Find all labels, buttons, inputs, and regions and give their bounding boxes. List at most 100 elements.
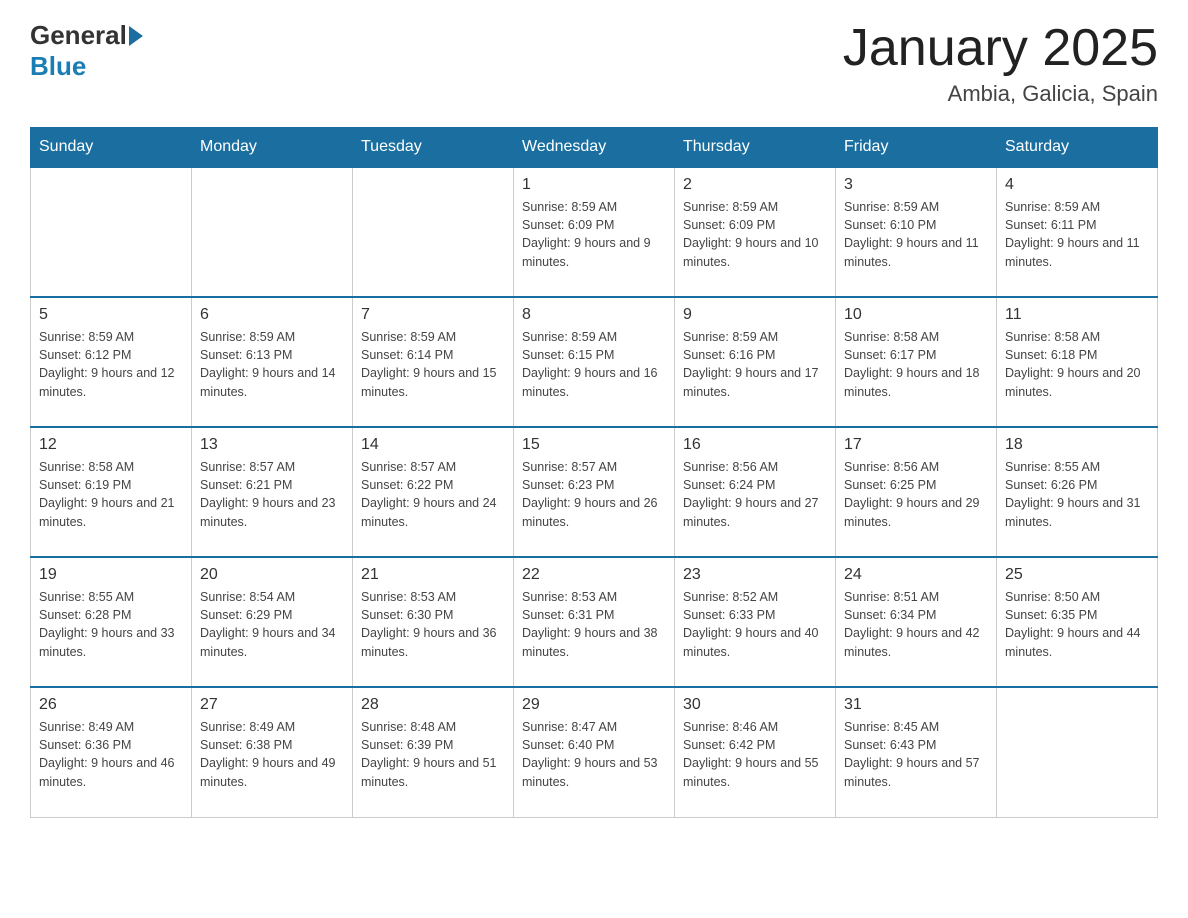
day-info: Sunrise: 8:45 AM Sunset: 6:43 PM Dayligh… — [844, 718, 988, 791]
day-info: Sunrise: 8:49 AM Sunset: 6:38 PM Dayligh… — [200, 718, 344, 791]
day-info: Sunrise: 8:59 AM Sunset: 6:13 PM Dayligh… — [200, 328, 344, 401]
calendar-cell: 27 Sunrise: 8:49 AM Sunset: 6:38 PM Dayli… — [192, 687, 353, 817]
calendar-cell — [31, 167, 192, 297]
day-number: 11 — [1005, 306, 1149, 324]
page-header: General Blue January 2025 Ambia, Galicia… — [30, 20, 1158, 107]
day-info: Sunrise: 8:55 AM Sunset: 6:28 PM Dayligh… — [39, 588, 183, 661]
calendar-week-row: 26 Sunrise: 8:49 AM Sunset: 6:36 PM Dayli… — [31, 687, 1158, 817]
calendar-header-friday: Friday — [836, 128, 997, 168]
calendar-header-sunday: Sunday — [31, 128, 192, 168]
logo-general-text: General — [30, 20, 127, 51]
day-info: Sunrise: 8:47 AM Sunset: 6:40 PM Dayligh… — [522, 718, 666, 791]
calendar-week-row: 19 Sunrise: 8:55 AM Sunset: 6:28 PM Dayli… — [31, 557, 1158, 687]
calendar-header-saturday: Saturday — [997, 128, 1158, 168]
calendar-cell: 21Sunrise: 8:53 AM Sunset: 6:30 PM Dayli… — [353, 557, 514, 687]
day-number: 29 — [522, 696, 666, 714]
day-number: 28 — [361, 696, 505, 714]
calendar-cell: 30 Sunrise: 8:46 AM Sunset: 6:42 PM Dayli… — [675, 687, 836, 817]
day-info: Sunrise: 8:46 AM Sunset: 6:42 PM Dayligh… — [683, 718, 827, 791]
day-number: 15 — [522, 436, 666, 454]
calendar-cell: 3 Sunrise: 8:59 AM Sunset: 6:10 PM Daylig… — [836, 167, 997, 297]
calendar-table: SundayMondayTuesdayWednesdayThursdayFrid… — [30, 127, 1158, 818]
calendar-cell: 17 Sunrise: 8:56 AM Sunset: 6:25 PM Dayli… — [836, 427, 997, 557]
calendar-cell: 16Sunrise: 8:56 AM Sunset: 6:24 PM Dayli… — [675, 427, 836, 557]
day-info: Sunrise: 8:59 AM Sunset: 6:16 PM Dayligh… — [683, 328, 827, 401]
day-info: Sunrise: 8:59 AM Sunset: 6:10 PM Dayligh… — [844, 198, 988, 271]
day-info: Sunrise: 8:55 AM Sunset: 6:26 PM Dayligh… — [1005, 458, 1149, 531]
day-number: 2 — [683, 176, 827, 194]
calendar-week-row: 1Sunrise: 8:59 AM Sunset: 6:09 PM Daylig… — [31, 167, 1158, 297]
day-number: 7 — [361, 306, 505, 324]
day-number: 25 — [1005, 566, 1149, 584]
day-number: 9 — [683, 306, 827, 324]
day-info: Sunrise: 8:50 AM Sunset: 6:35 PM Dayligh… — [1005, 588, 1149, 661]
calendar-cell: 12 Sunrise: 8:58 AM Sunset: 6:19 PM Dayli… — [31, 427, 192, 557]
day-info: Sunrise: 8:59 AM Sunset: 6:11 PM Dayligh… — [1005, 198, 1149, 271]
calendar-cell — [997, 687, 1158, 817]
day-number: 19 — [39, 566, 183, 584]
calendar-cell: 19 Sunrise: 8:55 AM Sunset: 6:28 PM Dayli… — [31, 557, 192, 687]
day-number: 14 — [361, 436, 505, 454]
calendar-header-tuesday: Tuesday — [353, 128, 514, 168]
day-number: 31 — [844, 696, 988, 714]
day-info: Sunrise: 8:56 AM Sunset: 6:25 PM Dayligh… — [844, 458, 988, 531]
logo-arrow-icon — [129, 26, 143, 46]
calendar-cell: 28Sunrise: 8:48 AM Sunset: 6:39 PM Dayli… — [353, 687, 514, 817]
calendar-cell: 26 Sunrise: 8:49 AM Sunset: 6:36 PM Dayli… — [31, 687, 192, 817]
day-number: 24 — [844, 566, 988, 584]
day-number: 26 — [39, 696, 183, 714]
day-info: Sunrise: 8:58 AM Sunset: 6:19 PM Dayligh… — [39, 458, 183, 531]
day-info: Sunrise: 8:53 AM Sunset: 6:31 PM Dayligh… — [522, 588, 666, 661]
day-number: 17 — [844, 436, 988, 454]
calendar-header-monday: Monday — [192, 128, 353, 168]
day-number: 4 — [1005, 176, 1149, 194]
day-info: Sunrise: 8:51 AM Sunset: 6:34 PM Dayligh… — [844, 588, 988, 661]
day-info: Sunrise: 8:57 AM Sunset: 6:23 PM Dayligh… — [522, 458, 666, 531]
day-number: 27 — [200, 696, 344, 714]
calendar-cell: 10 Sunrise: 8:58 AM Sunset: 6:17 PM Dayli… — [836, 297, 997, 427]
day-number: 6 — [200, 306, 344, 324]
day-info: Sunrise: 8:58 AM Sunset: 6:17 PM Dayligh… — [844, 328, 988, 401]
day-number: 21 — [361, 566, 505, 584]
calendar-cell: 5Sunrise: 8:59 AM Sunset: 6:12 PM Daylig… — [31, 297, 192, 427]
calendar-cell: 20Sunrise: 8:54 AM Sunset: 6:29 PM Dayli… — [192, 557, 353, 687]
day-number: 20 — [200, 566, 344, 584]
calendar-cell: 31 Sunrise: 8:45 AM Sunset: 6:43 PM Dayli… — [836, 687, 997, 817]
day-number: 13 — [200, 436, 344, 454]
calendar-week-row: 5Sunrise: 8:59 AM Sunset: 6:12 PM Daylig… — [31, 297, 1158, 427]
logo-blue-text: Blue — [30, 51, 86, 82]
calendar-cell: 14Sunrise: 8:57 AM Sunset: 6:22 PM Dayli… — [353, 427, 514, 557]
calendar-cell: 13Sunrise: 8:57 AM Sunset: 6:21 PM Dayli… — [192, 427, 353, 557]
day-number: 22 — [522, 566, 666, 584]
calendar-week-row: 12 Sunrise: 8:58 AM Sunset: 6:19 PM Dayli… — [31, 427, 1158, 557]
calendar-cell: 25 Sunrise: 8:50 AM Sunset: 6:35 PM Dayli… — [997, 557, 1158, 687]
day-number: 5 — [39, 306, 183, 324]
calendar-cell: 6 Sunrise: 8:59 AM Sunset: 6:13 PM Daylig… — [192, 297, 353, 427]
calendar-cell: 29 Sunrise: 8:47 AM Sunset: 6:40 PM Dayli… — [514, 687, 675, 817]
day-number: 30 — [683, 696, 827, 714]
day-info: Sunrise: 8:58 AM Sunset: 6:18 PM Dayligh… — [1005, 328, 1149, 401]
calendar-cell: 9 Sunrise: 8:59 AM Sunset: 6:16 PM Daylig… — [675, 297, 836, 427]
title-section: January 2025 Ambia, Galicia, Spain — [843, 20, 1158, 107]
day-number: 12 — [39, 436, 183, 454]
day-number: 10 — [844, 306, 988, 324]
calendar-cell: 11 Sunrise: 8:58 AM Sunset: 6:18 PM Dayli… — [997, 297, 1158, 427]
calendar-cell: 1Sunrise: 8:59 AM Sunset: 6:09 PM Daylig… — [514, 167, 675, 297]
calendar-header-thursday: Thursday — [675, 128, 836, 168]
calendar-cell: 23Sunrise: 8:52 AM Sunset: 6:33 PM Dayli… — [675, 557, 836, 687]
location-text: Ambia, Galicia, Spain — [843, 81, 1158, 107]
day-info: Sunrise: 8:59 AM Sunset: 6:15 PM Dayligh… — [522, 328, 666, 401]
calendar-cell: 22 Sunrise: 8:53 AM Sunset: 6:31 PM Dayli… — [514, 557, 675, 687]
day-number: 8 — [522, 306, 666, 324]
calendar-cell: 4 Sunrise: 8:59 AM Sunset: 6:11 PM Daylig… — [997, 167, 1158, 297]
day-info: Sunrise: 8:59 AM Sunset: 6:09 PM Dayligh… — [522, 198, 666, 271]
calendar-cell — [192, 167, 353, 297]
calendar-cell: 7 Sunrise: 8:59 AM Sunset: 6:14 PM Daylig… — [353, 297, 514, 427]
day-number: 3 — [844, 176, 988, 194]
calendar-header-row: SundayMondayTuesdayWednesdayThursdayFrid… — [31, 128, 1158, 168]
calendar-cell: 15 Sunrise: 8:57 AM Sunset: 6:23 PM Dayli… — [514, 427, 675, 557]
logo: General Blue — [30, 20, 145, 82]
day-info: Sunrise: 8:49 AM Sunset: 6:36 PM Dayligh… — [39, 718, 183, 791]
day-info: Sunrise: 8:59 AM Sunset: 6:14 PM Dayligh… — [361, 328, 505, 401]
calendar-cell: 18Sunrise: 8:55 AM Sunset: 6:26 PM Dayli… — [997, 427, 1158, 557]
